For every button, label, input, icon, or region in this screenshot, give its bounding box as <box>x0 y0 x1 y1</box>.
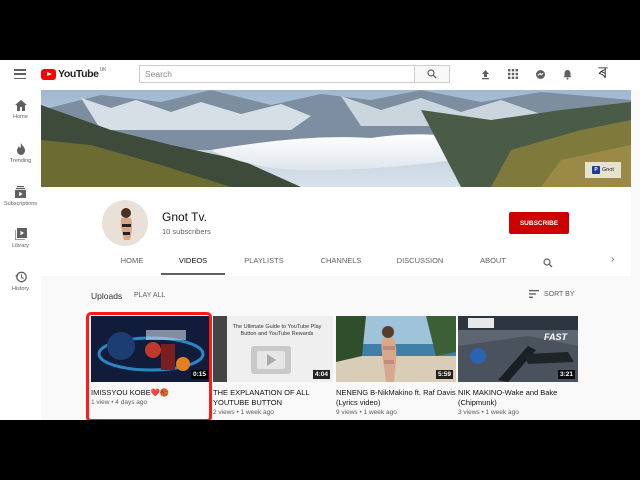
tab-discussion[interactable]: DISCUSSION <box>397 256 444 265</box>
video-thumbnail[interactable]: FAST 3:21 <box>458 316 578 382</box>
sidebar-item-label: Home <box>13 114 28 120</box>
channel-header: Gnot Tv. 10 subscribers SUBSCRIBE HOME V… <box>41 187 631 276</box>
channel-tabs: HOME VIDEOS PLAYLISTS CHANNELS DISCUSSIO… <box>41 246 631 276</box>
menu-icon[interactable] <box>14 69 26 79</box>
play-all-button[interactable]: PLAY ALL <box>134 292 165 299</box>
channel-search-icon[interactable] <box>543 255 553 273</box>
search-icon <box>427 69 437 79</box>
top-bar: YouTube UK Search ৰ <box>0 60 640 90</box>
tab-about[interactable]: ABOUT <box>480 256 506 265</box>
banner-link-badge[interactable]: P Gnot <box>585 162 621 178</box>
tab-videos[interactable]: VIDEOS <box>179 256 207 265</box>
tab-home[interactable]: HOME <box>121 256 144 265</box>
sidebar-item-history[interactable]: History <box>0 271 41 292</box>
sidebar-item-label: Trending <box>9 158 32 164</box>
video-title[interactable]: NENENG B-NikMakino ft. Raf Davis (Lyrics… <box>336 388 456 408</box>
upload-icon[interactable] <box>479 68 491 80</box>
video-thumbnail[interactable]: The Ultimate Guide to YouTube Play Butto… <box>213 316 333 382</box>
channel-banner: P Gnot <box>41 90 631 187</box>
video-duration: 5:59 <box>435 370 453 379</box>
video-thumbnail[interactable]: 5:59 <box>336 316 456 382</box>
history-icon <box>14 271 27 283</box>
sidebar-item-label: Subscriptions <box>3 201 38 207</box>
flame-icon <box>16 143 25 155</box>
highlight-box <box>86 312 212 420</box>
tab-channels[interactable]: CHANNELS <box>321 256 362 265</box>
logo-text: YouTube <box>58 68 99 80</box>
library-icon <box>14 228 27 240</box>
subscribe-button[interactable]: SUBSCRIBE <box>509 212 569 234</box>
search-input[interactable]: Search <box>139 65 415 83</box>
sidebar-item-label: Library <box>12 243 29 249</box>
video-duration: 3:21 <box>557 370 575 379</box>
video-meta: 3 views • 1 week ago <box>458 409 519 416</box>
chevron-right-icon[interactable]: › <box>611 254 614 265</box>
tab-playlists[interactable]: PLAYLISTS <box>244 256 283 265</box>
thumbnail-caption: FAST <box>544 332 568 342</box>
uploads-title: Uploads <box>91 291 123 301</box>
sort-icon <box>529 290 539 298</box>
sidebar-item-subscriptions[interactable]: Subscriptions <box>0 186 41 207</box>
logo-region: UK <box>99 67 107 73</box>
sidebar-item-library[interactable]: Library <box>0 228 41 249</box>
active-tab-indicator <box>161 273 225 275</box>
mountain-landscape-image <box>41 90 631 187</box>
messages-icon[interactable] <box>534 68 546 80</box>
uploads-header: Uploads PLAY ALL SORT BY <box>41 287 631 303</box>
channel-avatar[interactable] <box>102 200 148 246</box>
video-card[interactable]: The Ultimate Guide to YouTube Play Butto… <box>213 316 333 416</box>
subscriber-count: 10 subscribers <box>162 227 211 236</box>
channel-name: Gnot Tv. <box>162 210 207 224</box>
video-duration: 4:04 <box>312 370 330 379</box>
youtube-window: YouTube UK Search ৰ Home Trending Subscr… <box>0 60 640 420</box>
video-meta: 2 views • 1 week ago <box>213 409 274 416</box>
home-icon <box>14 100 27 111</box>
apps-icon[interactable] <box>507 68 519 80</box>
youtube-play-icon <box>41 68 56 80</box>
search-button[interactable] <box>415 65 450 83</box>
paypal-icon: P <box>592 166 601 174</box>
video-title[interactable]: NIK MAKINO-Wake and Bake (Chipmunk) <box>458 388 578 408</box>
sort-by-button[interactable]: SORT BY <box>529 290 574 298</box>
sidebar: Home Trending Subscriptions Library Hist… <box>0 90 41 420</box>
sidebar-item-label: History <box>11 286 30 292</box>
sort-by-label: SORT BY <box>544 290 575 298</box>
video-card[interactable]: FAST 3:21 NIK MAKINO-Wake and Bake (Chip… <box>458 316 578 416</box>
sidebar-item-trending[interactable]: Trending <box>0 143 41 164</box>
sidebar-item-home[interactable]: Home <box>0 100 41 120</box>
account-avatar[interactable]: ৰ <box>594 65 612 83</box>
notifications-icon[interactable] <box>561 68 573 80</box>
banner-badge-label: Gnot <box>602 167 614 173</box>
video-meta: 9 views • 1 week ago <box>336 409 397 416</box>
subscriptions-icon <box>15 186 26 198</box>
youtube-logo[interactable]: YouTube UK <box>41 67 107 80</box>
video-card[interactable]: 5:59 NENENG B-NikMakino ft. Raf Davis (L… <box>336 316 456 416</box>
video-title[interactable]: THE EXPLANATION OF ALL YOUTUBE BUTTON <box>213 388 333 408</box>
